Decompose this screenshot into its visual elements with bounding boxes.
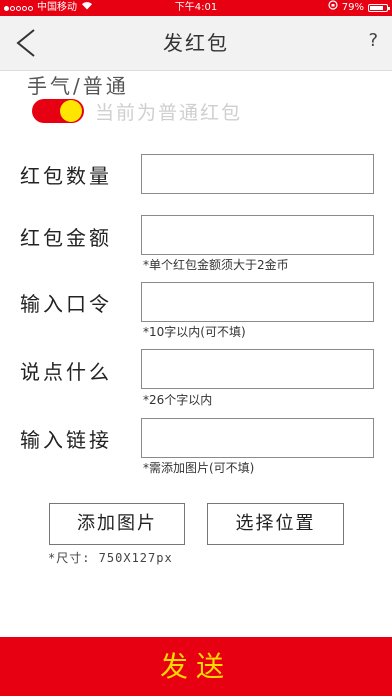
add-image-button[interactable]: 添加图片 (49, 503, 185, 545)
amount-hint: *单个红包金额须大于2金币 (143, 258, 289, 272)
link-hint: *需添加图片(可不填) (143, 461, 255, 475)
link-input[interactable] (141, 418, 374, 458)
page-title: 发红包 (163, 31, 229, 55)
toggle-knob (60, 100, 82, 122)
message-label: 说点什么 (20, 360, 112, 384)
choose-position-button[interactable]: 选择位置 (207, 503, 344, 545)
status-right: 79% (328, 0, 390, 16)
battery-icon (368, 4, 390, 12)
mode-description: 当前为普通红包 (95, 102, 243, 124)
message-input[interactable] (141, 349, 374, 389)
help-icon[interactable]: ? (368, 30, 378, 51)
password-hint: *10字以内(可不填) (143, 325, 246, 339)
amount-label: 红包金额 (20, 226, 112, 250)
battery-level (370, 6, 383, 10)
rotation-lock-icon (328, 0, 338, 16)
battery-percent: 79% (341, 2, 364, 13)
amount-input[interactable] (141, 215, 374, 255)
mode-toggle[interactable] (32, 99, 84, 123)
count-input[interactable] (141, 154, 374, 194)
send-button[interactable]: 发送 (0, 637, 392, 696)
message-hint: *26个字以内 (143, 393, 213, 407)
password-input[interactable] (141, 282, 374, 322)
mode-label: 手气/普通 (27, 74, 129, 98)
link-label: 输入链接 (20, 428, 112, 452)
image-size-note: *尺寸: 750X127px (48, 551, 173, 565)
nav-bar: 发红包 ? (0, 16, 392, 71)
password-label: 输入口令 (20, 292, 112, 316)
count-label: 红包数量 (20, 164, 112, 188)
status-bar: 中国移动 下午4:01 79% (0, 0, 392, 16)
